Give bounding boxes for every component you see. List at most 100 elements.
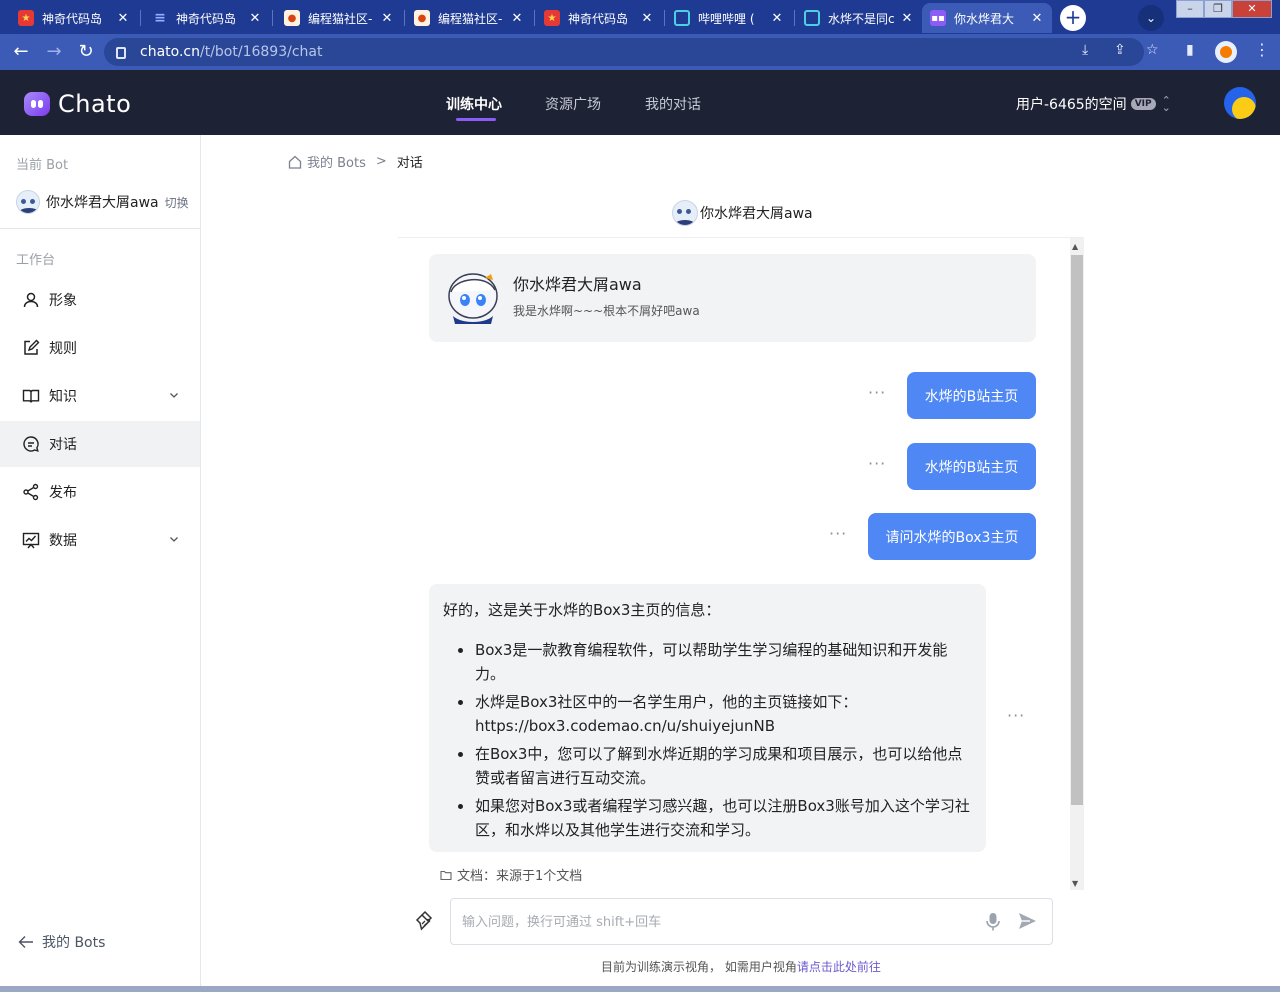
user-avatar[interactable] — [1224, 87, 1256, 119]
browser-tab[interactable]: ★ 神奇代码岛 ✕ — [536, 3, 662, 33]
logo-text: Chato — [58, 90, 132, 118]
back-arrow-icon[interactable]: ← — [9, 40, 33, 64]
tab-close-icon[interactable]: ✕ — [1030, 11, 1044, 26]
message-more-icon[interactable]: ··· — [868, 454, 886, 473]
tab-label: 编程猫社区- — [308, 11, 373, 26]
nav-my-conversations[interactable]: 我的对话 — [645, 94, 701, 114]
breadcrumb-current: 对话 — [396, 156, 423, 171]
sidebar-item-publish[interactable]: 发布 — [0, 469, 200, 515]
tab-close-icon[interactable]: ✕ — [770, 11, 784, 26]
chato-logo[interactable]: Chato — [24, 90, 131, 118]
vip-badge: VIP — [1130, 98, 1156, 110]
tab-close-icon[interactable]: ✕ — [380, 11, 394, 26]
new-tab-button[interactable]: + — [1060, 5, 1086, 31]
reload-icon[interactable]: ↻ — [74, 40, 98, 64]
bot-reply-intro: 好的，这是关于水烨的Box3主页的信息： — [443, 601, 721, 619]
message-more-icon[interactable]: ··· — [1007, 706, 1025, 725]
browser-tab[interactable]: 水烨不是同c ✕ — [796, 3, 922, 33]
nav-training-center[interactable]: 训练中心 — [446, 94, 502, 114]
clear-brush-icon[interactable] — [414, 910, 436, 932]
close-window-button[interactable]: ✕ — [1232, 0, 1272, 18]
install-icon[interactable]: ⤓ — [1082, 42, 1088, 58]
chato-favicon-icon: ▪▪ — [930, 10, 946, 26]
scroll-down-arrow-icon[interactable]: ▼ — [1072, 879, 1078, 888]
sidebar-item-chat[interactable]: 对话 — [0, 421, 200, 467]
message-more-icon[interactable]: ··· — [829, 524, 847, 543]
source-reference[interactable]: 文档：来源于1个文档 — [440, 865, 582, 884]
tab-label: 编程猫社区- — [438, 11, 503, 26]
microphone-icon[interactable] — [985, 912, 1001, 932]
bot-reply-item: 水烨是Box3社区中的一名学生用户，他的主页链接如下：https://box3.… — [443, 690, 972, 738]
edit-icon — [24, 339, 40, 355]
nav-resource-square[interactable]: 资源广场 — [545, 94, 601, 114]
cat-favicon-icon: ● — [284, 10, 300, 26]
profile-avatar-icon[interactable] — [1215, 41, 1237, 63]
tab-label: 你水烨君大 — [954, 11, 1015, 26]
doc-favicon-icon: ≡ — [154, 10, 166, 26]
star-favicon-icon: ★ — [18, 10, 34, 26]
tab-close-icon[interactable]: ✕ — [900, 11, 914, 26]
tab-divider — [794, 10, 795, 26]
workbench-label: 工作台 — [16, 253, 56, 268]
browser-tab-active[interactable]: ▪▪ 你水烨君大 ✕ — [922, 3, 1052, 33]
tab-divider — [272, 10, 273, 26]
breadcrumb-my-bots[interactable]: 我的 Bots — [307, 152, 366, 171]
bot-reply-list: Box3是一款教育编程软件，可以帮助学生学习编程的基础知识和开发能力。 水烨是B… — [443, 638, 972, 842]
intro-bot-description: 我是水烨啊~~~根本不屑好吧awa — [513, 304, 700, 318]
home-icon — [288, 155, 302, 169]
breadcrumb: 我的 Bots > 对话 — [288, 152, 423, 171]
tv-favicon-icon — [804, 10, 820, 26]
bot-reply-item: Box3是一款教育编程软件，可以帮助学生学习编程的基础知识和开发能力。 — [443, 638, 972, 686]
bot-message: 好的，这是关于水烨的Box3主页的信息： Box3是一款教育编程软件，可以帮助学… — [429, 584, 986, 852]
message-more-icon[interactable]: ··· — [868, 383, 886, 402]
sidebar-item-rules[interactable]: 规则 — [0, 325, 200, 371]
tab-divider — [534, 10, 535, 26]
browser-tab[interactable]: ★ 神奇代码岛 ✕ — [10, 3, 138, 33]
sidebar-item-label: 发布 — [49, 485, 77, 501]
sidebar-item-data[interactable]: 数据 — [0, 517, 200, 563]
view-mode-note: 目前为训练演示视角， 如需用户视角请点击此处前往 — [601, 958, 881, 975]
chat-scrollbar-thumb[interactable] — [1071, 255, 1083, 805]
tab-divider — [140, 10, 141, 26]
scroll-up-arrow-icon[interactable]: ▲ — [1072, 242, 1078, 251]
browser-tab[interactable]: ≡ 神奇代码岛 ✕ — [144, 3, 270, 33]
forward-arrow-icon[interactable]: → — [42, 40, 66, 64]
back-to-my-bots-link[interactable]: 我的 Bots — [18, 932, 105, 952]
chevron-down-icon — [170, 393, 178, 398]
switch-bot-button[interactable]: 切换 — [165, 194, 189, 211]
switch-user-view-link[interactable]: 请点击此处前往 — [797, 960, 881, 974]
arrow-left-icon — [18, 936, 33, 948]
sidebar-item-knowledge[interactable]: 知识 — [0, 373, 200, 419]
tab-close-icon[interactable]: ✕ — [640, 11, 654, 26]
tab-close-icon[interactable]: ✕ — [510, 11, 524, 26]
sidepanel-icon[interactable]: ▮ — [1186, 42, 1194, 58]
minimize-button[interactable]: – — [1176, 0, 1204, 18]
browser-tab[interactable]: ● 编程猫社区- ✕ — [276, 3, 402, 33]
message-composer — [450, 898, 1053, 945]
address-bar[interactable]: chato.cn/t/bot/16893/chat — [104, 38, 1144, 66]
chat-header: 你水烨君大屑awa — [672, 200, 813, 226]
book-icon — [22, 389, 40, 403]
restore-button[interactable]: ❐ — [1204, 0, 1232, 18]
tab-divider — [404, 10, 405, 26]
share-page-icon[interactable]: ⇪ — [1114, 42, 1126, 58]
url-text: chato.cn/t/bot/16893/chat — [140, 44, 323, 60]
lock-icon — [116, 47, 126, 59]
message-input[interactable] — [462, 911, 962, 933]
send-icon[interactable] — [1017, 911, 1037, 931]
bookmark-star-icon[interactable]: ☆ — [1146, 42, 1159, 58]
bot-reply-item: 在Box3中，您可以了解到水烨近期的学习成果和项目展示，也可以给他点赞或者留言进… — [443, 742, 972, 790]
chat-title: 你水烨君大屑awa — [700, 206, 813, 222]
browser-toolbar: ← → ↻ chato.cn/t/bot/16893/chat ⤓ ⇪ ☆ ▮ … — [0, 34, 1280, 70]
sidebar-item-appearance[interactable]: 形象 — [0, 277, 200, 323]
tab-close-icon[interactable]: ✕ — [248, 11, 262, 26]
browser-menu-icon[interactable]: ⋮ — [1254, 40, 1270, 59]
chat-icon — [23, 436, 39, 452]
sidebar-item-label: 知识 — [49, 389, 77, 405]
browser-tab[interactable]: 哔哩哔哩 ( ✕ — [666, 3, 792, 33]
tab-search-icon[interactable]: ⌄ — [1138, 5, 1164, 31]
tv-favicon-icon — [674, 10, 690, 26]
space-switcher[interactable]: 用户-6465的空间 VIP ⌃ ⌄ — [1016, 94, 1171, 114]
browser-tab[interactable]: ● 编程猫社区- ✕ — [406, 3, 532, 33]
tab-close-icon[interactable]: ✕ — [116, 11, 130, 26]
